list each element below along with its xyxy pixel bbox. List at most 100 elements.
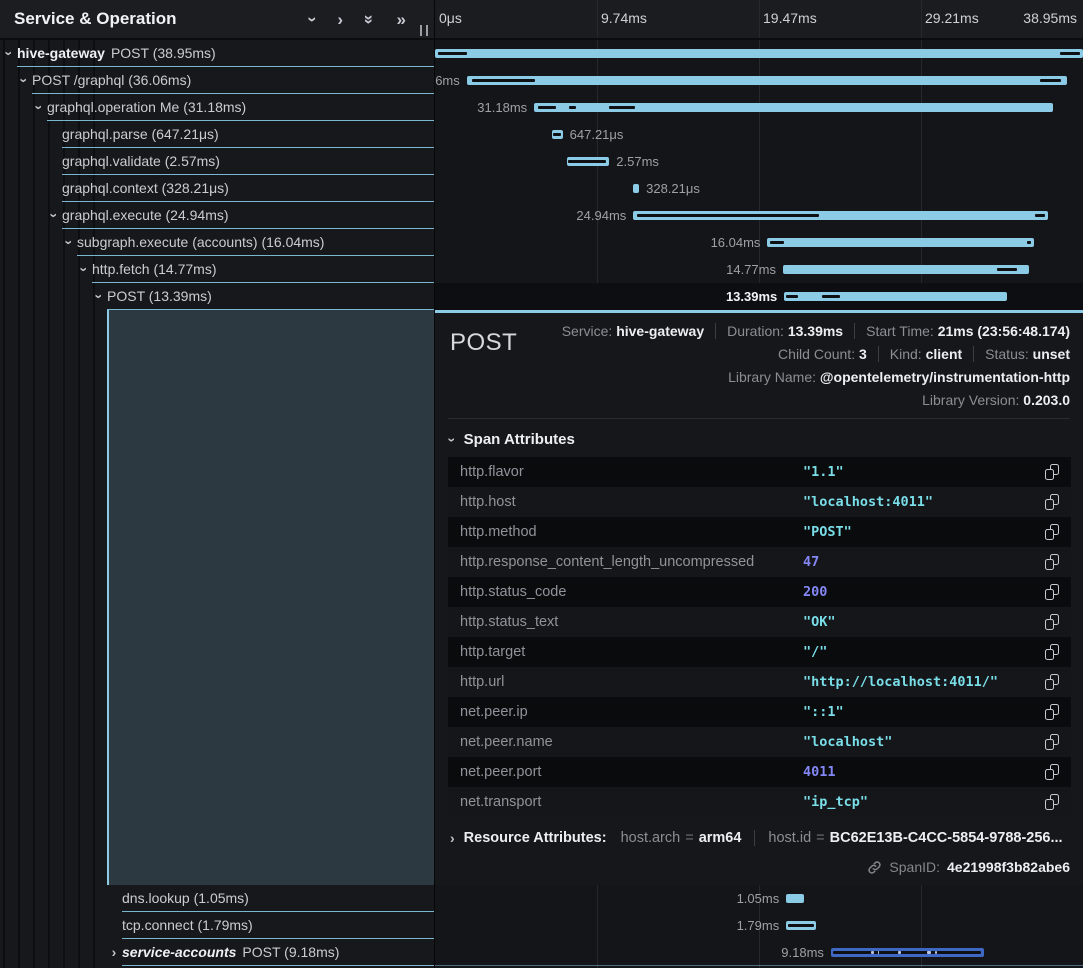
span-bar-row[interactable]: 9.18ms xyxy=(435,939,1083,966)
chevron-right-icon[interactable]: › xyxy=(108,939,120,966)
span-row[interactable]: ›graphql.operation Me (31.18ms) xyxy=(0,94,434,121)
span-row[interactable]: ›POST /graphql (36.06ms) xyxy=(0,67,434,94)
span-bar-row[interactable]: 13.39ms xyxy=(435,283,1083,310)
span-bar-mark xyxy=(1027,241,1031,244)
copy-icon[interactable] xyxy=(1045,584,1059,600)
timeline-gridline xyxy=(921,0,922,38)
span-bar-row[interactable]: 1.05ms xyxy=(435,885,1083,912)
copy-icon[interactable] xyxy=(1045,764,1059,780)
span-bar-row[interactable]: 31.18ms xyxy=(435,94,1083,121)
collapse-all-icon[interactable]: » xyxy=(361,14,378,23)
span-bar[interactable] xyxy=(435,49,1083,58)
span-bar-mark xyxy=(786,295,798,298)
span-name-label: graphql.operation Me (31.18ms) xyxy=(47,94,246,121)
span-row[interactable]: graphql.context (328.21μs) xyxy=(0,175,434,202)
span-name-label: http.fetch (14.77ms) xyxy=(92,256,217,283)
span-bar[interactable] xyxy=(783,265,1029,274)
span-bar[interactable] xyxy=(633,211,1048,220)
span-bar[interactable] xyxy=(786,894,803,903)
span-bar-mark xyxy=(788,924,814,927)
span-bar-row[interactable]: 36.06ms xyxy=(435,67,1083,94)
span-bar[interactable] xyxy=(633,184,639,193)
overview-field: Start Time: 21ms (23:56:48.174) xyxy=(854,323,1070,339)
span-duration-label: 13.39ms xyxy=(726,283,777,310)
copy-icon[interactable] xyxy=(1045,494,1059,510)
attribute-key: http.status_text xyxy=(448,614,803,630)
expand-one-icon[interactable]: › xyxy=(337,11,343,28)
copy-icon[interactable] xyxy=(1045,554,1059,570)
resource-attribute: host.arch=arm64 xyxy=(621,830,742,846)
resource-attributes-title: Resource Attributes: xyxy=(464,830,607,846)
trace-viewer: Service & Operation ››»» ›hive-gatewayPO… xyxy=(0,0,1083,968)
span-bar-row[interactable]: 38.95ms xyxy=(435,40,1083,67)
link-icon[interactable] xyxy=(867,860,882,875)
span-name-column: Service & Operation ››»» ›hive-gatewayPO… xyxy=(0,0,434,968)
span-row[interactable]: tcp.connect (1.79ms) xyxy=(0,912,434,939)
attribute-row: http.host"localhost:4011" xyxy=(448,487,1071,517)
span-bar[interactable] xyxy=(552,130,563,139)
span-bar[interactable] xyxy=(767,238,1034,247)
span-duration-label: 24.94ms xyxy=(576,202,626,229)
attribute-value: 47 xyxy=(803,554,819,570)
timeline-ruler: 0μs9.74ms19.47ms29.21ms38.95ms xyxy=(435,0,1083,40)
copy-icon[interactable] xyxy=(1045,794,1059,810)
column-resize-handle[interactable] xyxy=(420,25,428,36)
span-duration-label: 328.21μs xyxy=(646,175,700,202)
overview-field: Library Version: 0.203.0 xyxy=(922,392,1070,408)
span-id-value: 4e21998f3b82abe6 xyxy=(947,859,1070,875)
span-overview: Service: hive-gatewayDuration: 13.39msSt… xyxy=(448,323,1070,408)
copy-icon[interactable] xyxy=(1045,524,1059,540)
span-row[interactable]: ›subgraph.execute (accounts) (16.04ms) xyxy=(0,229,434,256)
span-bar[interactable] xyxy=(784,292,1007,301)
span-bar-row[interactable]: 647.21μs xyxy=(435,121,1083,148)
span-bar[interactable] xyxy=(467,76,1067,85)
span-bar-mark xyxy=(637,214,819,217)
copy-icon[interactable] xyxy=(1045,464,1059,480)
span-bar-row[interactable]: 24.94ms xyxy=(435,202,1083,229)
span-bar[interactable] xyxy=(831,948,984,957)
resource-attributes-toggle[interactable]: › Resource Attributes: host.arch=arm64ho… xyxy=(448,830,1070,846)
span-bar[interactable] xyxy=(534,103,1052,112)
span-name-label: tcp.connect (1.79ms) xyxy=(122,912,253,939)
copy-icon[interactable] xyxy=(1045,704,1059,720)
attribute-key: http.target xyxy=(448,644,803,660)
span-attributes-title: Span Attributes xyxy=(464,431,575,448)
span-bar-row[interactable]: 328.21μs xyxy=(435,175,1083,202)
attribute-row: http.status_code200 xyxy=(448,577,1071,607)
span-row[interactable]: ›POST (13.39ms) xyxy=(0,283,434,310)
collapse-one-icon[interactable]: › xyxy=(304,16,321,22)
span-bar-row[interactable]: 1.79ms xyxy=(435,912,1083,939)
copy-icon[interactable] xyxy=(1045,614,1059,630)
span-bar-row[interactable]: 16.04ms xyxy=(435,229,1083,256)
span-detail-header: POST Service: hive-gatewayDuration: 13.3… xyxy=(448,323,1070,408)
span-row[interactable]: ›service-accountsPOST (9.18ms) xyxy=(0,939,434,966)
overview-field: Child Count: 3 xyxy=(778,346,867,362)
span-row[interactable]: ›graphql.execute (24.94ms) xyxy=(0,202,434,229)
row-underline xyxy=(107,309,434,310)
copy-icon[interactable] xyxy=(1045,644,1059,660)
copy-icon[interactable] xyxy=(1045,674,1059,690)
span-bar-row[interactable]: 2.57ms xyxy=(435,148,1083,175)
attribute-value: "1.1" xyxy=(803,464,844,480)
attribute-value: "POST" xyxy=(803,524,852,540)
attribute-value: "http://localhost:4011/" xyxy=(803,674,998,690)
span-row[interactable]: ›hive-gatewayPOST (38.95ms) xyxy=(0,40,434,67)
span-bar[interactable] xyxy=(786,921,816,930)
copy-icon[interactable] xyxy=(1045,734,1059,750)
expand-all-icon[interactable]: » xyxy=(397,11,406,28)
span-row[interactable]: ›http.fetch (14.77ms) xyxy=(0,256,434,283)
span-bar-mark xyxy=(898,951,900,954)
span-row[interactable]: dns.lookup (1.05ms) xyxy=(0,885,434,912)
span-row[interactable]: graphql.parse (647.21μs) xyxy=(0,121,434,148)
span-bar[interactable] xyxy=(567,157,610,166)
span-duration-label: 36.06ms xyxy=(435,67,460,94)
resource-attributes-preview: host.arch=arm64host.id=BC62E13B-C4CC-585… xyxy=(621,830,1063,846)
ruler-tick: 29.21ms xyxy=(925,10,979,26)
span-duration-label: 1.79ms xyxy=(737,912,780,939)
overview-field: Kind: client xyxy=(878,346,962,362)
span-row[interactable]: graphql.validate (2.57ms) xyxy=(0,148,434,175)
span-duration-label: 647.21μs xyxy=(570,121,624,148)
span-attributes-toggle[interactable]: › Span Attributes xyxy=(448,419,1070,457)
span-bar-row[interactable]: 14.77ms xyxy=(435,256,1083,283)
timeline-rows-top: 38.95ms36.06ms31.18ms647.21μs2.57ms328.2… xyxy=(435,40,1083,310)
